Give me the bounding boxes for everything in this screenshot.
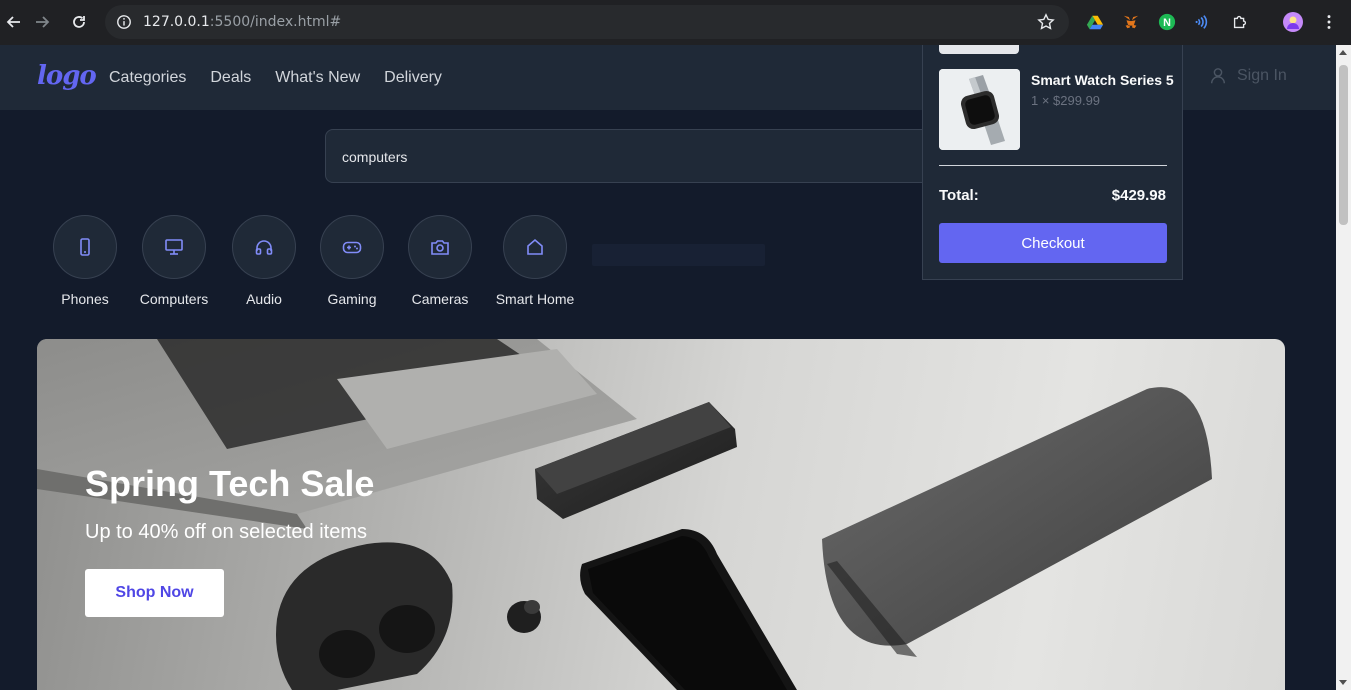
nav-whats-new[interactable]: What's New bbox=[275, 69, 360, 87]
previous-item-thumbnail bbox=[939, 45, 1019, 54]
headphones-icon bbox=[232, 215, 296, 279]
category-label: Cameras bbox=[411, 291, 469, 307]
profile-avatar-icon[interactable] bbox=[1283, 12, 1303, 32]
nav-delivery[interactable]: Delivery bbox=[384, 69, 442, 87]
category-label: Gaming bbox=[327, 291, 377, 307]
sign-in-label: Sign In bbox=[1237, 67, 1287, 84]
hero-title: Spring Tech Sale bbox=[85, 463, 375, 504]
category-label: Computers bbox=[139, 291, 209, 307]
category-list: Phones Computers Audio Gaming Cameras Sm… bbox=[53, 215, 574, 307]
category-computers[interactable]: Computers bbox=[139, 215, 209, 307]
search-value: computers bbox=[342, 149, 408, 165]
bookmark-star-icon[interactable] bbox=[1037, 13, 1055, 31]
category-label: Phones bbox=[61, 291, 109, 307]
scrollbar-thumb[interactable] bbox=[1339, 65, 1348, 225]
forward-icon[interactable] bbox=[28, 8, 56, 36]
cart-item-name: Smart Watch Series 5 bbox=[1031, 72, 1174, 88]
shop-now-button[interactable]: Shop Now bbox=[85, 569, 224, 617]
monitor-icon bbox=[142, 215, 206, 279]
user-icon bbox=[1210, 68, 1226, 84]
url-text: 127.0.0.1:5500/index.html# bbox=[143, 14, 341, 30]
url-host: 127.0.0.1 bbox=[143, 14, 210, 30]
category-cameras[interactable]: Cameras bbox=[408, 215, 472, 307]
cart-item-quantity: 1 × $299.99 bbox=[1031, 93, 1101, 108]
sign-in-link[interactable]: Sign In bbox=[1209, 67, 1287, 85]
nav-categories[interactable]: Categories bbox=[109, 69, 186, 87]
smart-watch-thumbnail[interactable] bbox=[939, 69, 1020, 150]
scroll-down-arrow-icon[interactable] bbox=[1339, 680, 1347, 685]
category-label: Smart Home bbox=[495, 291, 575, 307]
checkout-button[interactable]: Checkout bbox=[939, 223, 1167, 263]
url-path: :5500/index.html# bbox=[209, 14, 342, 30]
cart-total-label: Total: bbox=[939, 187, 979, 204]
address-bar[interactable]: 127.0.0.1:5500/index.html# bbox=[105, 5, 1069, 39]
category-audio[interactable]: Audio bbox=[232, 215, 296, 307]
search-input[interactable]: computers bbox=[325, 129, 1025, 183]
hero-product-photo bbox=[37, 339, 1212, 690]
gamepad-icon bbox=[320, 215, 384, 279]
category-phones[interactable]: Phones bbox=[53, 215, 117, 307]
browser-toolbar: 127.0.0.1:5500/index.html# N bbox=[0, 0, 1351, 45]
page-scrollbar[interactable] bbox=[1336, 45, 1351, 690]
cart-dropdown: Smart Watch Series 5 1 × $299.99 Total: … bbox=[922, 45, 1183, 280]
wave-extension-icon[interactable] bbox=[1192, 12, 1212, 32]
scroll-up-arrow-icon[interactable] bbox=[1339, 50, 1347, 55]
phone-icon bbox=[53, 215, 117, 279]
site-logo[interactable]: logo bbox=[37, 61, 97, 91]
category-gaming[interactable]: Gaming bbox=[320, 215, 384, 307]
category-label: Audio bbox=[246, 291, 282, 307]
main-nav: Categories Deals What's New Delivery bbox=[109, 69, 442, 87]
nav-deals[interactable]: Deals bbox=[210, 69, 251, 87]
hero-banner: Spring Tech Sale Up to 40% off on select… bbox=[37, 339, 1285, 690]
faded-tooltip bbox=[592, 244, 765, 266]
back-icon[interactable] bbox=[0, 8, 28, 36]
reload-icon[interactable] bbox=[65, 8, 93, 36]
home-icon bbox=[503, 215, 567, 279]
category-smart-home[interactable]: Smart Home bbox=[496, 215, 574, 307]
metamask-extension-icon[interactable] bbox=[1121, 12, 1141, 32]
browser-menu-icon[interactable] bbox=[1319, 12, 1339, 32]
svg-text:N: N bbox=[1163, 17, 1171, 29]
site-info-icon[interactable] bbox=[115, 13, 133, 31]
cart-divider bbox=[939, 165, 1167, 166]
cart-total-value: $429.98 bbox=[1111, 187, 1166, 204]
hero-subtitle: Up to 40% off on selected items bbox=[85, 521, 368, 543]
drive-extension-icon[interactable] bbox=[1085, 12, 1105, 32]
camera-icon bbox=[408, 215, 472, 279]
puzzle-extensions-icon[interactable] bbox=[1230, 12, 1250, 32]
n-extension-icon[interactable]: N bbox=[1157, 12, 1177, 32]
